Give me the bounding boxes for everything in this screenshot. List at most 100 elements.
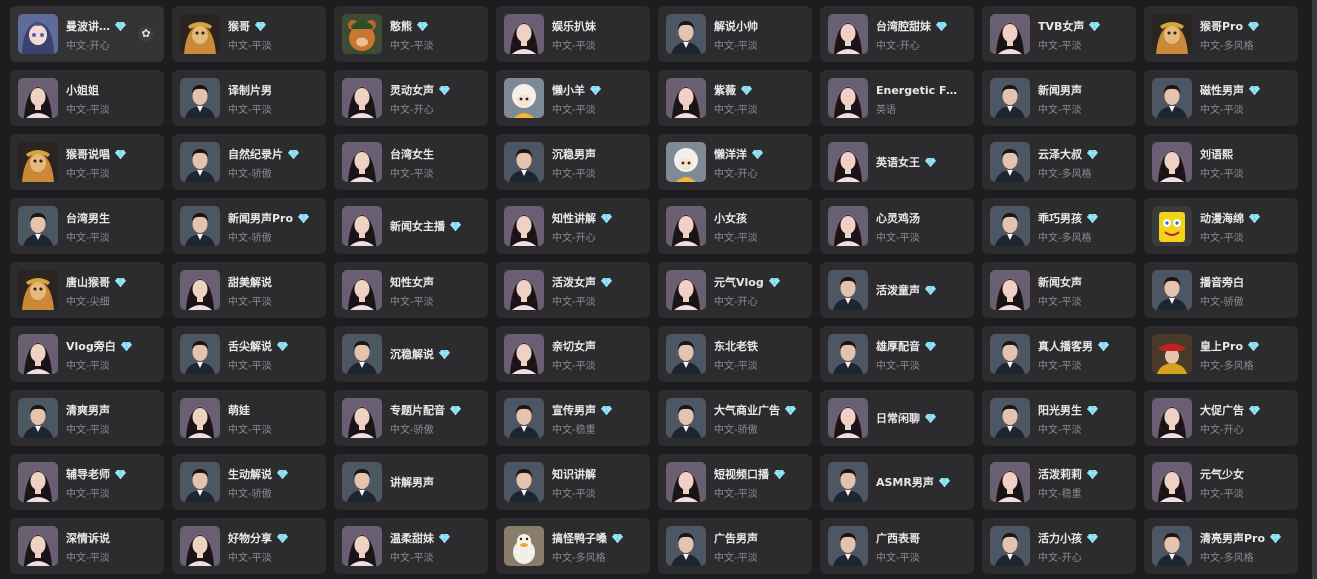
- voice-card[interactable]: 清亮男声Pro 中文-多风格: [1144, 518, 1298, 574]
- voice-card[interactable]: 译制片男 中文-平淡: [172, 70, 326, 126]
- scrollbar-thumb[interactable]: [1312, 0, 1317, 579]
- voice-avatar: [828, 78, 868, 118]
- voice-card[interactable]: 亲切女声 中文-平淡: [496, 326, 650, 382]
- voice-card[interactable]: 日常闲聊: [820, 390, 974, 446]
- voice-card[interactable]: 台湾男生 中文-平淡: [10, 198, 164, 254]
- voice-card[interactable]: 懒洋洋 中文-开心: [658, 134, 812, 190]
- voice-card[interactable]: 娱乐扒妹 中文-平淡: [496, 6, 650, 62]
- voice-name: 深情诉说: [66, 532, 110, 545]
- voice-card[interactable]: 萌娃 中文-平淡: [172, 390, 326, 446]
- voice-card[interactable]: 搞怪鸭子嗓 中文-多风格: [496, 518, 650, 574]
- voice-card[interactable]: 活泼莉莉 中文-稳重: [982, 454, 1136, 510]
- voice-card[interactable]: 知性讲解 中文-开心: [496, 198, 650, 254]
- voice-card[interactable]: 甜美解说 中文-平淡: [172, 262, 326, 318]
- voice-card[interactable]: 元气Vlog 中文-开心: [658, 262, 812, 318]
- voice-card[interactable]: 憨熊 中文-平淡: [334, 6, 488, 62]
- voice-name: 娱乐扒妹: [552, 20, 596, 33]
- voice-card[interactable]: 活力小孩 中文-开心: [982, 518, 1136, 574]
- voice-card[interactable]: 深情诉说中文-平淡: [10, 518, 164, 574]
- voice-card[interactable]: 台湾女生 中文-平淡: [334, 134, 488, 190]
- voice-card[interactable]: 元气少女 中文-平淡: [1144, 454, 1298, 510]
- voice-card[interactable]: 新闻女主播: [334, 198, 488, 254]
- voice-card[interactable]: 新闻男声 中文-平淡: [982, 70, 1136, 126]
- voice-card[interactable]: 宣传男声 中文-稳重: [496, 390, 650, 446]
- voice-card[interactable]: 猴哥说唱 中文-平淡: [10, 134, 164, 190]
- voice-card[interactable]: 曼波讲… 中文-开心 ✿: [10, 6, 164, 62]
- voice-card[interactable]: 猴哥 中文-平淡: [172, 6, 326, 62]
- voice-info: 广告男声 中文-平淡: [714, 530, 804, 564]
- voice-card[interactable]: 广告男声 中文-平淡: [658, 518, 812, 574]
- voice-card[interactable]: 心灵鸡汤 中文-平淡: [820, 198, 974, 254]
- voice-avatar: [828, 398, 868, 438]
- voice-card[interactable]: 猴哥Pro 中文-多风格: [1144, 6, 1298, 62]
- voice-name: 活泼女声: [552, 276, 596, 289]
- voice-card[interactable]: Vlog旁白 中文-平淡: [10, 326, 164, 382]
- voice-card[interactable]: 沉稳男声 中文-平淡: [496, 134, 650, 190]
- voice-card[interactable]: 小女孩 中文-平淡: [658, 198, 812, 254]
- voice-card[interactable]: 唐山猴哥 中文-尖细: [10, 262, 164, 318]
- voice-info: 沉稳男声 中文-平淡: [552, 146, 642, 180]
- voice-card[interactable]: 解说小帅 中文-平淡: [658, 6, 812, 62]
- voice-name: 大气商业广告: [714, 404, 780, 417]
- voice-avatar: [180, 462, 220, 502]
- voice-card[interactable]: 灵动女声 中文-开心: [334, 70, 488, 126]
- voice-card[interactable]: 沉稳解说: [334, 326, 488, 382]
- voice-card[interactable]: 舌尖解说 中文-平淡: [172, 326, 326, 382]
- voice-card[interactable]: 知性女声 中文-平淡: [334, 262, 488, 318]
- voice-card[interactable]: 动漫海绵 中文-平淡: [1144, 198, 1298, 254]
- voice-card[interactable]: 雄厚配音 中文-平淡: [820, 326, 974, 382]
- voice-info: 萌娃 中文-平淡: [228, 402, 318, 436]
- voice-info: 新闻男声 中文-平淡: [1038, 82, 1128, 116]
- voice-card[interactable]: 短视频口播 中文-平淡: [658, 454, 812, 510]
- scrollbar[interactable]: [1312, 0, 1317, 579]
- voice-card[interactable]: 温柔甜妹 中文-平淡: [334, 518, 488, 574]
- voice-style: 中文-平淡: [876, 233, 920, 244]
- voice-card[interactable]: 乖巧男孩 中文-多风格: [982, 198, 1136, 254]
- voice-card[interactable]: 讲解男声: [334, 454, 488, 510]
- voice-card[interactable]: 新闻男声Pro 中文-骄傲: [172, 198, 326, 254]
- voice-card[interactable]: ASMR男声: [820, 454, 974, 510]
- voice-card[interactable]: 东北老铁 中文-平淡: [658, 326, 812, 382]
- voice-card[interactable]: 大气商业广告 中文-骄傲: [658, 390, 812, 446]
- voice-name: 自然纪录片: [228, 148, 283, 161]
- diamond-icon: [277, 533, 288, 543]
- voice-card[interactable]: 阳光男生 中文-平淡: [982, 390, 1136, 446]
- voice-avatar: [504, 398, 544, 438]
- voice-card[interactable]: 新闻女声 中文-平淡: [982, 262, 1136, 318]
- voice-card[interactable]: 大促广告 中文-开心: [1144, 390, 1298, 446]
- voice-card[interactable]: 刘语熙 中文-平淡: [1144, 134, 1298, 190]
- voice-card[interactable]: 磁性男声 中文-平淡: [1144, 70, 1298, 126]
- voice-card[interactable]: 播音旁白 中文-骄傲: [1144, 262, 1298, 318]
- voice-card[interactable]: 清爽男声 中文-平淡: [10, 390, 164, 446]
- voice-card[interactable]: 活泼女声 中文-平淡: [496, 262, 650, 318]
- voice-card[interactable]: 云泽大叔 中文-多风格: [982, 134, 1136, 190]
- voice-name: ASMR男声: [876, 476, 934, 489]
- voice-card[interactable]: 英语女王: [820, 134, 974, 190]
- voice-style: 中文-平淡: [66, 553, 110, 564]
- voice-card[interactable]: 自然纪录片 中文-骄傲: [172, 134, 326, 190]
- voice-card[interactable]: 广西表哥 中文-平淡: [820, 518, 974, 574]
- voice-style: 中文-开心: [552, 233, 596, 244]
- voice-info: Vlog旁白 中文-平淡: [66, 338, 156, 372]
- voice-card[interactable]: 专题片配音 中文-骄傲: [334, 390, 488, 446]
- flower-icon[interactable]: ✿: [138, 26, 154, 42]
- voice-style: 中文-骄傲: [1200, 297, 1244, 308]
- diamond-icon: [439, 349, 450, 359]
- voice-card[interactable]: 皇上Pro 中文-多风格: [1144, 326, 1298, 382]
- voice-card[interactable]: 小姐姐 中文-平淡: [10, 70, 164, 126]
- voice-card[interactable]: 懒小羊 中文-平淡: [496, 70, 650, 126]
- voice-name: 解说小帅: [714, 20, 758, 33]
- voice-card[interactable]: TVB女声 中文-平淡: [982, 6, 1136, 62]
- voice-card[interactable]: 台湾腔甜妹 中文-开心: [820, 6, 974, 62]
- voice-card[interactable]: 知识讲解 中文-平淡: [496, 454, 650, 510]
- diamond-icon: [1248, 341, 1260, 351]
- voice-card[interactable]: Energetic Fe… 英语: [820, 70, 974, 126]
- voice-card[interactable]: 紫薇 中文-平淡: [658, 70, 812, 126]
- voice-card[interactable]: 真人播客男 中文-平淡: [982, 326, 1136, 382]
- voice-name: 曼波讲…: [66, 20, 110, 33]
- voice-card[interactable]: 活泼童声: [820, 262, 974, 318]
- voice-avatar: [18, 526, 58, 566]
- voice-card[interactable]: 辅导老师 中文-平淡: [10, 454, 164, 510]
- voice-card[interactable]: 好物分享 中文-平淡: [172, 518, 326, 574]
- voice-card[interactable]: 生动解说 中文-骄傲: [172, 454, 326, 510]
